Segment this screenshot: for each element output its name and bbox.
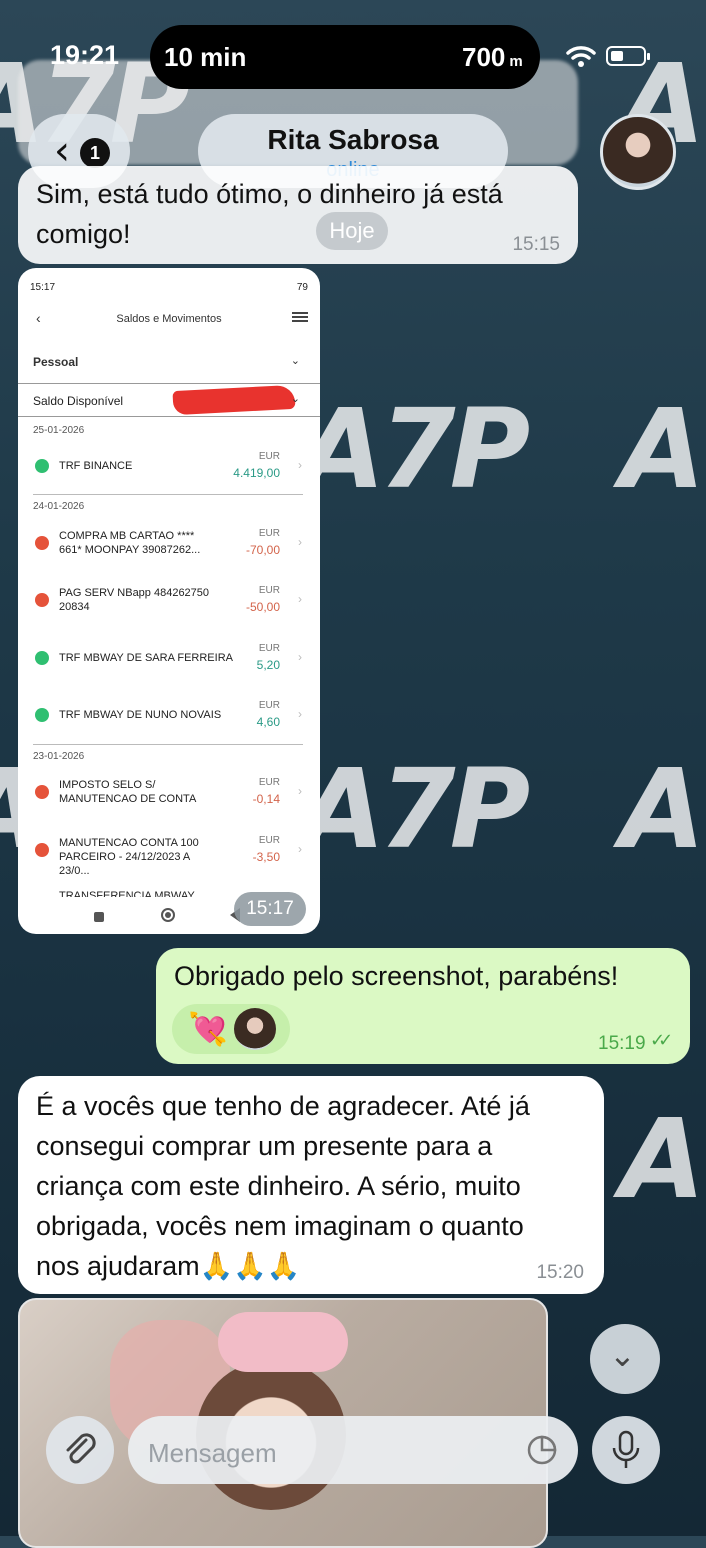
transaction-desc: TRF MBWAY DE SARA FERREIRA [59, 652, 233, 664]
nav-home-icon [161, 908, 175, 922]
transaction-amount: -70,00 [245, 543, 280, 557]
redaction-mark [172, 384, 296, 416]
divider [18, 416, 320, 417]
message-time: 15:19 [598, 1033, 646, 1054]
transaction-desc: MANUTENCAO CONTA 100 PARCEIRO - 24/12/20… [59, 837, 199, 877]
message-input-placeholder: Mensagem [148, 1438, 277, 1468]
transaction-row: MANUTENCAO CONTA 100 PARCEIRO - 24/12/20… [18, 823, 320, 879]
watermark-logo: A7P [620, 1095, 706, 1223]
battery-icon [606, 46, 650, 66]
contact-name: Rita Sabrosa [267, 124, 439, 155]
watermark-logo: A7P [620, 385, 706, 513]
status-dot [35, 785, 49, 799]
chevron-right-icon: › [298, 458, 302, 472]
transaction-currency: EUR [258, 643, 280, 654]
date-chip: Hoje [316, 212, 388, 250]
transaction-amount: -50,00 [245, 600, 280, 614]
island-duration: 10 min [164, 42, 247, 72]
transaction-amount: 4,60 [256, 715, 280, 729]
message-text: É a vocês que tenho de agradecer. Até já… [36, 1091, 530, 1282]
screenshot-chevron-icon: ⌄ [290, 355, 300, 367]
screenshot-date: 24-01-2026 [33, 501, 85, 512]
sticker-icon[interactable] [526, 1434, 558, 1466]
transaction-amount: 4.419,00 [233, 466, 280, 480]
transaction-currency: EUR [258, 451, 280, 462]
transaction-row: TRF BINANCE EUR 4.419,00 › [18, 438, 320, 494]
transaction-row: TRF MBWAY DE NUNO NOVAIS EUR 4,60 › [18, 688, 320, 744]
transaction-desc: IMPOSTO SELO S/ MANUTENCAO DE CONTA [59, 779, 197, 805]
screenshot-menu-icon [292, 312, 308, 322]
status-dot [35, 459, 49, 473]
divider [33, 744, 303, 745]
screenshot-date: 25-01-2026 [33, 425, 85, 436]
message-bubble-incoming[interactable]: É a vocês que tenho de agradecer. Até já… [18, 1076, 604, 1294]
transaction-desc: COMPRA MB CARTAO **** 661* MOONPAY 39087… [59, 530, 201, 556]
screenshot-status-time: 15:17 [30, 282, 56, 293]
status-dot [35, 843, 49, 857]
double-check-icon: ✓✓ [650, 1030, 673, 1051]
divider [33, 494, 303, 495]
screenshot-account: Pessoal [33, 355, 79, 369]
nav-recents-icon [94, 912, 104, 922]
chevron-right-icon: › [298, 842, 302, 856]
microphone-icon [612, 1430, 640, 1468]
unread-badge: 1 [80, 138, 110, 168]
paperclip-icon [66, 1433, 96, 1464]
transaction-desc: TRF MBWAY DE NUNO NOVAIS [59, 709, 222, 721]
island-distance: 700 m [462, 42, 523, 72]
transaction-row: PAG SERV NBapp 484262750 20834 EUR -50,0… [18, 573, 320, 629]
message-time: 15:20 [536, 1262, 584, 1283]
message-time: 15:17 [234, 892, 306, 926]
message-text: Sim, está tudo ótimo, o dinheiro já está… [36, 179, 503, 249]
screenshot-title: Saldos e Movimentos [116, 313, 222, 325]
transaction-desc: PAG SERV NBapp 484262750 20834 [59, 587, 210, 613]
message-time: 15:15 [512, 234, 560, 255]
screenshot-chevron-icon: ⌄ [290, 393, 300, 405]
chevron-right-icon: › [298, 784, 302, 798]
heart-arrow-reaction-icon: 💘 [188, 1010, 228, 1048]
screenshot-balance-label: Saldo Disponível [33, 394, 124, 408]
reaction-avatar [234, 1008, 276, 1050]
transaction-amount: -0,14 [252, 792, 280, 806]
chevron-right-icon: › [298, 707, 302, 721]
transaction-currency: EUR [258, 777, 280, 788]
bank-screenshot: 15:17 79 ‹ Saldos e Movimentos Pessoal ⌄… [18, 268, 320, 934]
message-text: Obrigado pelo screenshot, parabéns! [174, 961, 619, 991]
chevron-right-icon: › [298, 592, 302, 606]
transaction-row: IMPOSTO SELO S/ MANUTENCAO DE CONTA EUR … [18, 765, 320, 821]
status-time: 19:21 [50, 40, 120, 70]
message-bubble-incoming[interactable]: Sim, está tudo ótimo, o dinheiro já está… [18, 166, 578, 264]
status-dot [35, 708, 49, 722]
chevron-down-icon: ⌄ [609, 1336, 636, 1374]
chevron-right-icon: › [298, 535, 302, 549]
transaction-amount: -3,50 [252, 850, 280, 864]
transaction-desc-cutoff: TRANSFERENCIA MBWAY [59, 890, 195, 897]
screenshot-date: 23-01-2026 [33, 751, 85, 762]
image-message-screenshot[interactable]: 15:17 79 ‹ Saldos e Movimentos Pessoal ⌄… [18, 268, 320, 934]
status-dot [35, 593, 49, 607]
divider [18, 383, 320, 384]
photo-doll-bow-shape [218, 1312, 348, 1372]
contact-avatar[interactable] [600, 114, 676, 190]
pray-emoji: 🙏🙏🙏 [199, 1251, 301, 1282]
watermark-logo: A7P [620, 745, 706, 873]
status-dot [35, 536, 49, 550]
transaction-currency: EUR [258, 700, 280, 711]
watermark-logo: A7P [300, 745, 530, 873]
wifi-icon [566, 46, 596, 67]
watermark-logo: A7P [300, 385, 530, 513]
transaction-row: TRF MBWAY DE SARA FERREIRA EUR 5,20 › [18, 630, 320, 686]
transaction-desc: TRF BINANCE [59, 460, 133, 472]
transaction-row: COMPRA MB CARTAO **** 661* MOONPAY 39087… [18, 515, 320, 571]
transaction-amount: 5,20 [256, 658, 280, 672]
status-dot [35, 651, 49, 665]
chevron-right-icon: › [298, 650, 302, 664]
screenshot-battery: 79 [296, 282, 308, 293]
transaction-currency: EUR [258, 528, 280, 539]
transaction-currency: EUR [258, 585, 280, 596]
transaction-currency: EUR [258, 835, 280, 846]
